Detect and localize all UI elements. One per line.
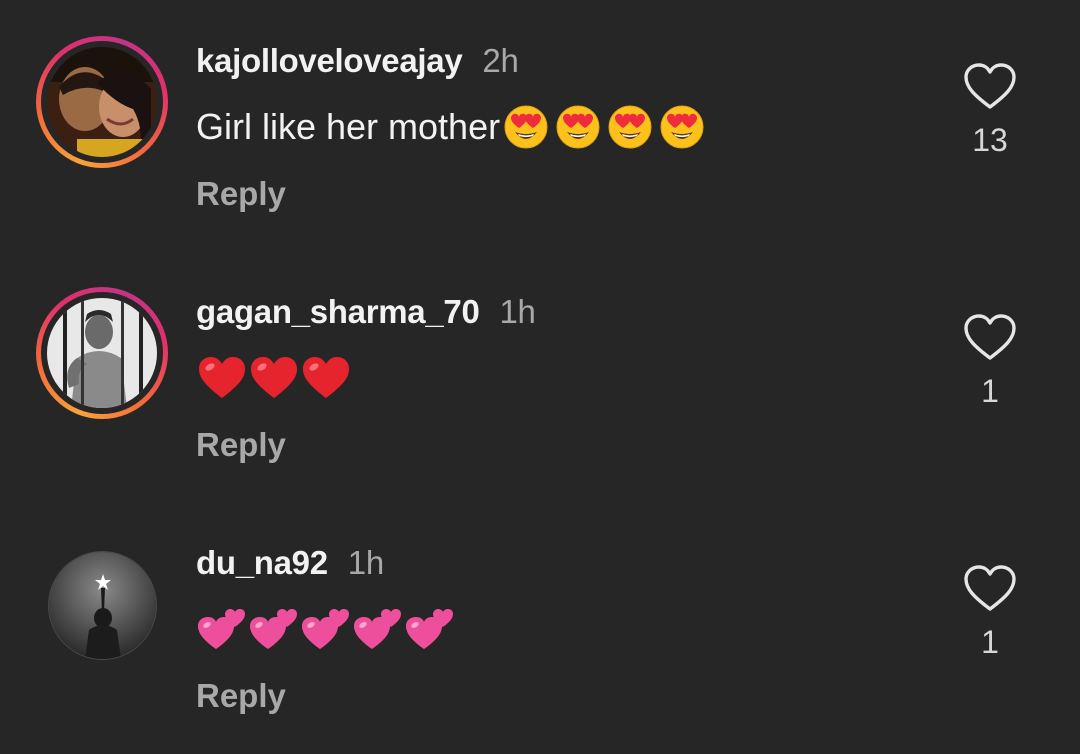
reply-button[interactable]: Reply [196,175,286,213]
comment-username[interactable]: kajolloveloveajay 2h [196,42,519,80]
heart-eyes-emoji-icon [552,103,604,151]
couple-photo-avatar [47,47,157,157]
like-count: 13 [972,122,1008,158]
comment-item: kajolloveloveajay 2h Girl like her mother… [0,0,1080,240]
two-hearts-emoji-icon [196,605,248,653]
comment-time: 2h [482,42,519,79]
avatar[interactable] [36,287,168,419]
two-hearts-emoji-icon [404,605,456,653]
comment-time: 1h [347,544,384,581]
like-heart-icon[interactable] [962,564,1018,614]
comment-username[interactable]: gagan_sharma_70 1h [196,293,536,331]
two-hearts-emoji-icon [352,605,404,653]
comment-text [196,605,456,653]
like-count: 1 [981,373,999,409]
comment-text [196,354,352,402]
person-with-star-photo-avatar [48,551,157,660]
avatar[interactable] [36,538,168,670]
heart-eyes-emoji-icon [656,103,708,151]
comment-item: du_na92 1h Reply 1 [0,502,1080,742]
like-heart-icon[interactable] [962,313,1018,363]
like-count: 1 [981,624,999,660]
two-hearts-emoji-icon [248,605,300,653]
username-text[interactable]: du_na92 [196,544,328,581]
red-heart-emoji-icon [300,354,352,402]
man-behind-bars-photo-avatar [47,298,157,408]
comment-username[interactable]: du_na92 1h [196,544,384,582]
red-heart-emoji-icon [196,354,248,402]
username-text[interactable]: kajolloveloveajay [196,42,463,79]
two-hearts-emoji-icon [300,605,352,653]
red-heart-emoji-icon [248,354,300,402]
username-text[interactable]: gagan_sharma_70 [196,293,480,330]
heart-eyes-emoji-icon [500,103,552,151]
heart-eyes-emoji-icon [604,103,656,151]
comment-text-content: Girl like her mother [196,106,501,147]
avatar[interactable] [36,36,168,168]
like-heart-icon[interactable] [962,62,1018,112]
emoji-row [196,605,456,653]
emoji-row [196,354,352,402]
comment-item: gagan_sharma_70 1h Reply 1 [0,251,1080,491]
comment-time: 1h [499,293,536,330]
reply-button[interactable]: Reply [196,677,286,715]
comment-text: Girl like her mother [196,103,708,151]
emoji-row [500,103,708,151]
reply-button[interactable]: Reply [196,426,286,464]
